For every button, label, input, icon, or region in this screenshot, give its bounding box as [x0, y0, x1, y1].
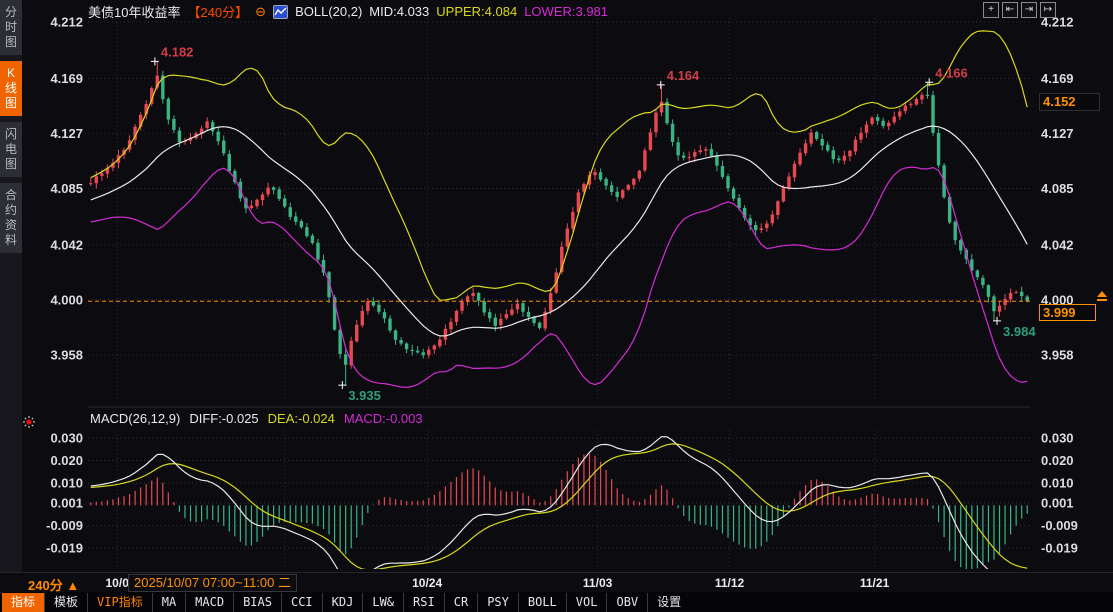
macd-value: MACD:-0.003 — [344, 411, 423, 426]
trading-app-window: 4.2124.2124.1694.1694.1274.1274.0854.085… — [0, 0, 1113, 612]
annotation-label: 4.164 — [667, 68, 700, 83]
annotation-label: 4.182 — [161, 44, 194, 59]
y-axis-label: 4.085 — [1041, 181, 1074, 196]
x-axis-label: 11/12 — [715, 576, 744, 590]
y-axis-label: 4.085 — [50, 181, 83, 196]
x-axis-row: 240分 ▲ 2025/10/07 07:00~11:00 二 10/0510/… — [0, 572, 1113, 593]
macd-axis-label: 0.010 — [50, 475, 83, 490]
crosshair-marker — [338, 381, 346, 389]
boll-upper-value: UPPER:4.084 — [436, 4, 517, 19]
crosshair-marker — [657, 81, 665, 89]
kline-chart-canvas[interactable]: 4.2124.2124.1694.1694.1274.1274.0854.085… — [0, 0, 1113, 572]
boll-mid-value: MID:4.033 — [369, 4, 429, 19]
macd-axis-label: 0.030 — [50, 431, 83, 446]
y-axis-label: 4.127 — [50, 126, 83, 141]
x-axis-label: 11/03 — [583, 576, 612, 590]
candles — [89, 61, 1029, 385]
toolbar-item-OBV[interactable]: OBV — [606, 593, 647, 612]
chart-type-icon[interactable] — [273, 5, 288, 19]
toolbar-item-MACD[interactable]: MACD — [185, 593, 233, 612]
macd-axis-label: 0.020 — [50, 453, 83, 468]
x-axis-label: 11/21 — [860, 576, 889, 590]
zoom-range-left-icon[interactable]: ⇤ — [1002, 2, 1018, 18]
toolbar-item-MA[interactable]: MA — [152, 593, 185, 612]
toolbar-item-CR[interactable]: CR — [444, 593, 477, 612]
bollinger-bands — [91, 31, 1027, 388]
macd-dea-value: DEA:-0.024 — [268, 411, 335, 426]
sidebar-tab-K线图[interactable]: K 线 图 — [0, 61, 22, 116]
y-axis-label: 4.169 — [1041, 71, 1074, 86]
session-high-price-label: 4.152 — [1039, 93, 1100, 111]
boll-lower-value: LOWER:3.981 — [524, 4, 608, 19]
macd-pane — [91, 437, 1027, 572]
macd-axis-label: 0.001 — [1041, 496, 1074, 511]
annotation-label: 3.935 — [348, 388, 381, 403]
y-axis-label: 4.042 — [1041, 237, 1074, 252]
current-price-label: 3.999 — [1039, 304, 1096, 321]
macd-axis-label: 0.001 — [50, 496, 83, 511]
toolbar-item-PSY[interactable]: PSY — [477, 593, 518, 612]
collapse-chart-icon[interactable]: ⊖ — [255, 5, 266, 18]
annotation-label: 3.984 — [1003, 324, 1036, 339]
y-axis-label: 4.127 — [1041, 126, 1074, 141]
toolbar-item-BIAS[interactable]: BIAS — [233, 593, 281, 612]
zoom-range-right-icon[interactable]: ⇥ — [1021, 2, 1037, 18]
goto-latest-icon[interactable]: ↦ — [1040, 2, 1056, 18]
y-axis-label: 4.212 — [50, 15, 83, 30]
macd-axis-label: -0.019 — [46, 540, 83, 555]
macd-axis-label: 0.010 — [1041, 475, 1074, 490]
y-axis-label: 4.000 — [50, 292, 83, 307]
indicator-toolbar: 指标模板VIP指标MAMACDBIASCCIKDJLW&RSICRPSYBOLL… — [0, 592, 1113, 612]
y-axis-label: 3.958 — [50, 348, 83, 363]
x-axis-label: 10/0 — [106, 576, 129, 590]
toolbar-item-settings[interactable]: 设置 — [647, 593, 690, 612]
crosshair-tool-icon[interactable]: + — [983, 2, 999, 18]
toolbar-item-KDJ[interactable]: KDJ — [322, 593, 363, 612]
toolbar-item-模板[interactable]: 模板 — [44, 593, 87, 612]
y-axis-label: 3.958 — [1041, 348, 1074, 363]
grid — [88, 18, 1030, 568]
period-tag: 【240分】 — [187, 2, 248, 21]
symbol-title: 美债10年收益率 — [88, 2, 180, 21]
toolbar-item-LW&[interactable]: LW& — [362, 593, 403, 612]
macd-label: MACD(26,12,9) — [90, 411, 180, 426]
price-annotations: 4.182 4.164 4.166 3.935 3.984 — [151, 44, 1036, 403]
y-axis-label: 4.169 — [50, 71, 83, 86]
y-axis-label: 4.042 — [50, 237, 83, 252]
toolbar-item-RSI[interactable]: RSI — [403, 593, 444, 612]
sidebar-tab-闪电图[interactable]: 闪 电 图 — [0, 122, 22, 177]
boll-label: BOLL(20,2) — [295, 4, 362, 19]
toolbar-item-CCI[interactable]: CCI — [281, 593, 322, 612]
toolbar-item-VIP指标[interactable]: VIP指标 — [87, 593, 152, 612]
toolbar-item-指标[interactable]: 指标 — [2, 593, 44, 612]
sidebar: 分 时 图 K 线 图闪 电 图合 约 资 料 — [0, 0, 22, 572]
chart-tool-icons: +⇤⇥↦ — [983, 2, 1056, 18]
x-axis-label: 10/24 — [412, 576, 442, 590]
macd-axis-label: 0.020 — [1041, 453, 1074, 468]
chart-title-bar: 美债10年收益率 【240分】 ⊖ BOLL(20,2) MID:4.033 U… — [88, 2, 608, 21]
sidebar-tab-分时图[interactable]: 分 时 图 — [0, 0, 22, 55]
macd-axis-label: -0.009 — [1041, 518, 1078, 533]
toolbar-item-BOLL[interactable]: BOLL — [518, 593, 566, 612]
alert-icon[interactable] — [22, 415, 36, 429]
macd-axis-label: 0.030 — [1041, 431, 1074, 446]
sidebar-tab-合约资料[interactable]: 合 约 资 料 — [0, 183, 22, 253]
bar-info-tooltip: 2025/10/07 07:00~11:00 二 — [128, 574, 297, 592]
toolbar-item-VOL[interactable]: VOL — [566, 593, 607, 612]
macd-diff-value: DIFF:-0.025 — [189, 411, 258, 426]
macd-axis-label: -0.019 — [1041, 540, 1078, 555]
annotation-label: 4.166 — [935, 65, 968, 80]
macd-axis-label: -0.009 — [46, 518, 83, 533]
macd-header: MACD(26,12,9) DIFF:-0.025 DEA:-0.024 MAC… — [90, 411, 423, 426]
price-direction-up-icon — [1097, 291, 1107, 301]
